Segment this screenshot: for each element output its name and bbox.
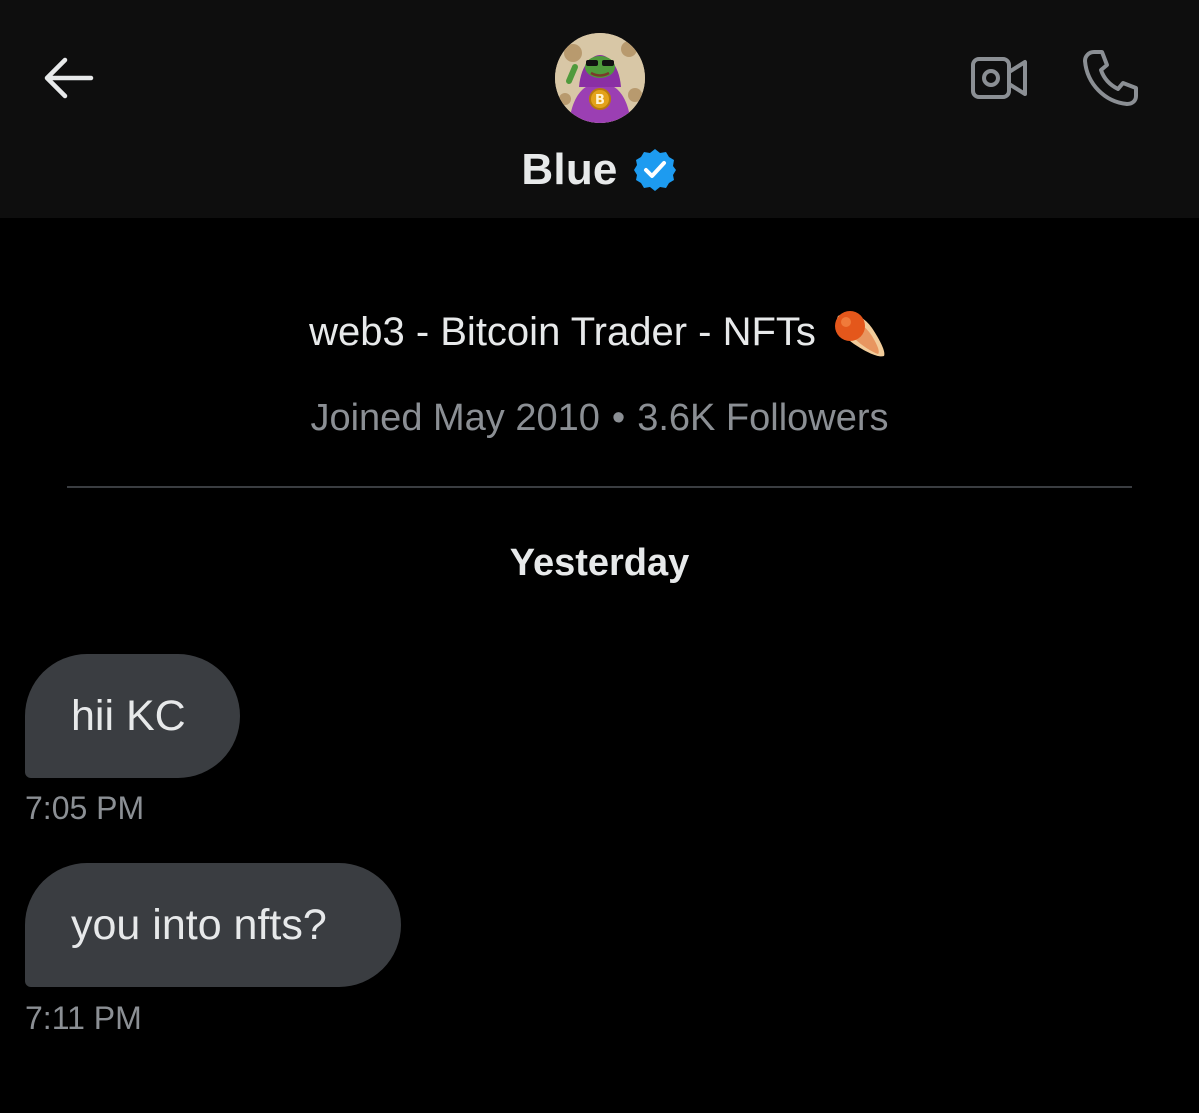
chat-header: B Blue: [0, 0, 1199, 218]
phone-icon: [1083, 50, 1138, 106]
meta-separator: •: [611, 396, 626, 439]
contact-name-row: Blue: [0, 140, 1199, 200]
date-separator: Yesterday: [509, 542, 690, 584]
message-timestamp: 7:05 PM: [25, 790, 145, 826]
video-call-button[interactable]: [964, 48, 1034, 108]
message-text: hii KC: [71, 691, 186, 740]
back-button[interactable]: [38, 50, 98, 106]
message-bubble[interactable]: hii KC: [25, 654, 240, 778]
verified-badge-icon: [633, 149, 676, 191]
divider: [67, 486, 1132, 488]
comet-emoji-icon: [834, 311, 885, 357]
profile-meta: Joined May 2010 • 3.6K Followers: [0, 392, 1199, 444]
message-text: you into nfts?: [71, 900, 327, 949]
message-timestamp: 7:11 PM: [25, 1000, 142, 1036]
joined-date: Joined May 2010: [310, 396, 600, 439]
message-bubble[interactable]: you into nfts?: [25, 863, 401, 987]
contact-name: Blue: [521, 145, 618, 194]
arrow-left-icon: [44, 57, 94, 99]
avatar[interactable]: B: [555, 33, 645, 123]
followers-count[interactable]: 3.6K Followers: [637, 397, 888, 440]
voice-call-button[interactable]: [1075, 44, 1145, 110]
profile-bio: web3 - Bitcoin Trader - NFTs: [309, 309, 816, 354]
profile-bio-row: web3 - Bitcoin Trader - NFTs: [0, 300, 1199, 364]
video-call-icon: [971, 57, 1027, 99]
svg-text:B: B: [595, 93, 605, 108]
